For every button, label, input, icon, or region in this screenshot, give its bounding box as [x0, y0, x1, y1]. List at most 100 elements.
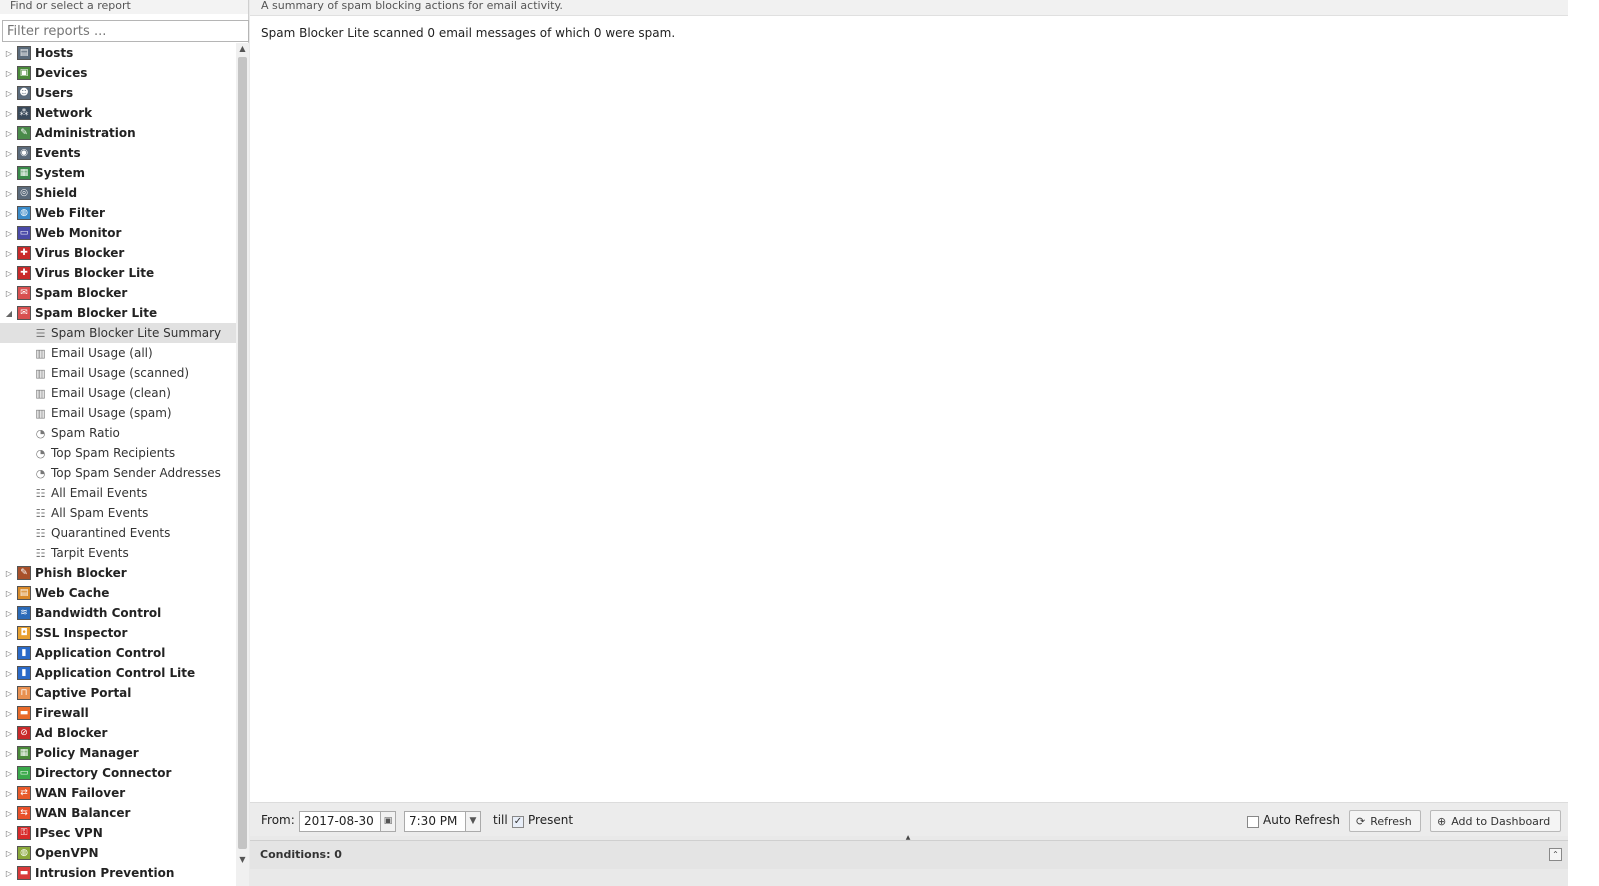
tree-node-virus-blocker-lite[interactable]: ▷ ✚ Virus Blocker Lite	[0, 263, 236, 283]
expand-arrow-icon[interactable]: ▷	[4, 149, 14, 158]
tree-node-users[interactable]: ▷ ☻ Users	[0, 83, 236, 103]
calendar-icon[interactable]: ▣	[380, 811, 396, 832]
report-item[interactable]: ◔ Spam Ratio	[0, 423, 236, 443]
filter-reports-input[interactable]	[2, 20, 249, 42]
event-list-icon: ☷	[35, 546, 46, 560]
expand-arrow-icon[interactable]: ▷	[4, 649, 14, 658]
tree-node-hosts[interactable]: ▷ ▤ Hosts	[0, 43, 236, 63]
openvpn-icon: ◍	[17, 846, 31, 860]
report-item[interactable]: ▥ Email Usage (scanned)	[0, 363, 236, 383]
expand-arrow-icon[interactable]: ▷	[4, 589, 14, 598]
expand-arrow-icon[interactable]: ▷	[4, 689, 14, 698]
scrollbar-thumb[interactable]	[238, 57, 247, 849]
collapse-arrow-icon[interactable]: ◢	[4, 309, 14, 318]
bar-chart-icon: ▥	[35, 346, 46, 360]
tree-node-wan-failover[interactable]: ▷ ⇄ WAN Failover	[0, 783, 236, 803]
tree-node-intrusion-prevention[interactable]: ▷ ▬ Intrusion Prevention	[0, 863, 236, 883]
expand-arrow-icon[interactable]: ▷	[4, 749, 14, 758]
tree-node-openvpn[interactable]: ▷ ◍ OpenVPN	[0, 843, 236, 863]
tree-node-directory-connector[interactable]: ▷ ▭ Directory Connector	[0, 763, 236, 783]
expand-arrow-icon[interactable]: ▷	[4, 189, 14, 198]
tree-node-web-cache[interactable]: ▷ ▤ Web Cache	[0, 583, 236, 603]
auto-refresh-label[interactable]: Auto Refresh	[1263, 813, 1340, 827]
present-label[interactable]: Present	[528, 813, 573, 827]
expand-arrow-icon[interactable]: ▷	[4, 629, 14, 638]
tree-node-policy-manager[interactable]: ▷ ▦ Policy Manager	[0, 743, 236, 763]
add-to-dashboard-button[interactable]: ⊕ Add to Dashboard	[1430, 810, 1561, 832]
tree-node-label: Virus Blocker Lite	[35, 266, 155, 280]
expand-arrow-icon[interactable]: ▷	[4, 789, 14, 798]
time-dropdown-icon[interactable]: ▼	[465, 811, 481, 832]
tree-node-web-filter[interactable]: ▷ ◍ Web Filter	[0, 203, 236, 223]
expand-arrow-icon[interactable]: ▷	[4, 229, 14, 238]
tree-node-virus-blocker[interactable]: ▷ ✚ Virus Blocker	[0, 243, 236, 263]
expand-arrow-icon[interactable]: ▷	[4, 249, 14, 258]
expand-conditions-icon[interactable]: ⌃	[1549, 848, 1562, 861]
report-content: Spam Blocker Lite scanned 0 email messag…	[250, 16, 1568, 802]
ad-blocker-icon: ⊘	[17, 726, 31, 740]
report-item[interactable]: ☰ Spam Blocker Lite Summary	[0, 323, 236, 343]
report-item[interactable]: ☷ Quarantined Events	[0, 523, 236, 543]
expand-arrow-icon[interactable]: ▷	[4, 49, 14, 58]
spam-blocker-icon: ✉	[17, 286, 31, 300]
tree-node-shield[interactable]: ▷ ◎ Shield	[0, 183, 236, 203]
expand-arrow-icon[interactable]: ▷	[4, 809, 14, 818]
add-circle-icon: ⊕	[1437, 814, 1447, 828]
time-field[interactable]: 7:30 PM	[404, 811, 468, 832]
refresh-button[interactable]: ⟳ Refresh	[1349, 810, 1421, 832]
tree-node-system[interactable]: ▷ ▦ System	[0, 163, 236, 183]
tree-node-captive-portal[interactable]: ▷ ⊓ Captive Portal	[0, 683, 236, 703]
tree-node-web-monitor[interactable]: ▷ ▭ Web Monitor	[0, 223, 236, 243]
report-item[interactable]: ☷ All Email Events	[0, 483, 236, 503]
tree-node-firewall[interactable]: ▷ ▬ Firewall	[0, 703, 236, 723]
firewall-icon: ▬	[17, 706, 31, 720]
tree-node-devices[interactable]: ▷ ▣ Devices	[0, 63, 236, 83]
report-item-label: Top Spam Sender Addresses	[51, 466, 221, 480]
report-item[interactable]: ☷ All Spam Events	[0, 503, 236, 523]
conditions-panel[interactable]: Conditions: 0 ⌃	[250, 840, 1568, 869]
expand-arrow-icon[interactable]: ▷	[4, 849, 14, 858]
tree-node-wan-balancer[interactable]: ▷ ⇆ WAN Balancer	[0, 803, 236, 823]
expand-arrow-icon[interactable]: ▷	[4, 169, 14, 178]
expand-arrow-icon[interactable]: ▷	[4, 769, 14, 778]
expand-arrow-icon[interactable]: ▷	[4, 869, 14, 878]
tree-scrollbar[interactable]: ▲ ▼	[236, 43, 249, 886]
auto-refresh-checkbox[interactable]	[1247, 816, 1259, 828]
tree-node-phish-blocker[interactable]: ▷ ✎ Phish Blocker	[0, 563, 236, 583]
present-checkbox[interactable]: ✓	[512, 816, 524, 828]
expand-arrow-icon[interactable]: ▷	[4, 569, 14, 578]
report-item[interactable]: ▥ Email Usage (clean)	[0, 383, 236, 403]
refresh-button-label: Refresh	[1370, 814, 1412, 828]
expand-arrow-icon[interactable]: ▷	[4, 269, 14, 278]
date-field[interactable]: 2017-08-30	[299, 811, 381, 832]
report-item[interactable]: ◔ Top Spam Sender Addresses	[0, 463, 236, 483]
tree-node-application-control[interactable]: ▷ ▮ Application Control	[0, 643, 236, 663]
tree-node-network[interactable]: ▷ ⁂ Network	[0, 103, 236, 123]
scroll-up-icon[interactable]: ▲	[236, 43, 249, 55]
tree-node-spam-blocker-lite[interactable]: ◢ ✉ Spam Blocker Lite	[0, 303, 236, 323]
report-item[interactable]: ▥ Email Usage (all)	[0, 343, 236, 363]
expand-arrow-icon[interactable]: ▷	[4, 289, 14, 298]
tree-node-ad-blocker[interactable]: ▷ ⊘ Ad Blocker	[0, 723, 236, 743]
report-item[interactable]: ◔ Top Spam Recipients	[0, 443, 236, 463]
tree-node-ipsec-vpn[interactable]: ▷ ⚿ IPsec VPN	[0, 823, 236, 843]
expand-arrow-icon[interactable]: ▷	[4, 129, 14, 138]
expand-arrow-icon[interactable]: ▷	[4, 209, 14, 218]
expand-arrow-icon[interactable]: ▷	[4, 89, 14, 98]
tree-node-administration[interactable]: ▷ ✎ Administration	[0, 123, 236, 143]
expand-arrow-icon[interactable]: ▷	[4, 109, 14, 118]
tree-node-application-control-lite[interactable]: ▷ ▮ Application Control Lite	[0, 663, 236, 683]
tree-node-ssl-inspector[interactable]: ▷ ◘ SSL Inspector	[0, 623, 236, 643]
report-item[interactable]: ☷ Tarpit Events	[0, 543, 236, 563]
report-item[interactable]: ▥ Email Usage (spam)	[0, 403, 236, 423]
expand-arrow-icon[interactable]: ▷	[4, 729, 14, 738]
expand-arrow-icon[interactable]: ▷	[4, 709, 14, 718]
tree-node-events[interactable]: ▷ ◉ Events	[0, 143, 236, 163]
tree-node-spam-blocker[interactable]: ▷ ✉ Spam Blocker	[0, 283, 236, 303]
expand-arrow-icon[interactable]: ▷	[4, 609, 14, 618]
scroll-down-icon[interactable]: ▼	[236, 854, 249, 866]
expand-arrow-icon[interactable]: ▷	[4, 69, 14, 78]
expand-arrow-icon[interactable]: ▷	[4, 829, 14, 838]
expand-arrow-icon[interactable]: ▷	[4, 669, 14, 678]
tree-node-bandwidth-control[interactable]: ▷ ≋ Bandwidth Control	[0, 603, 236, 623]
